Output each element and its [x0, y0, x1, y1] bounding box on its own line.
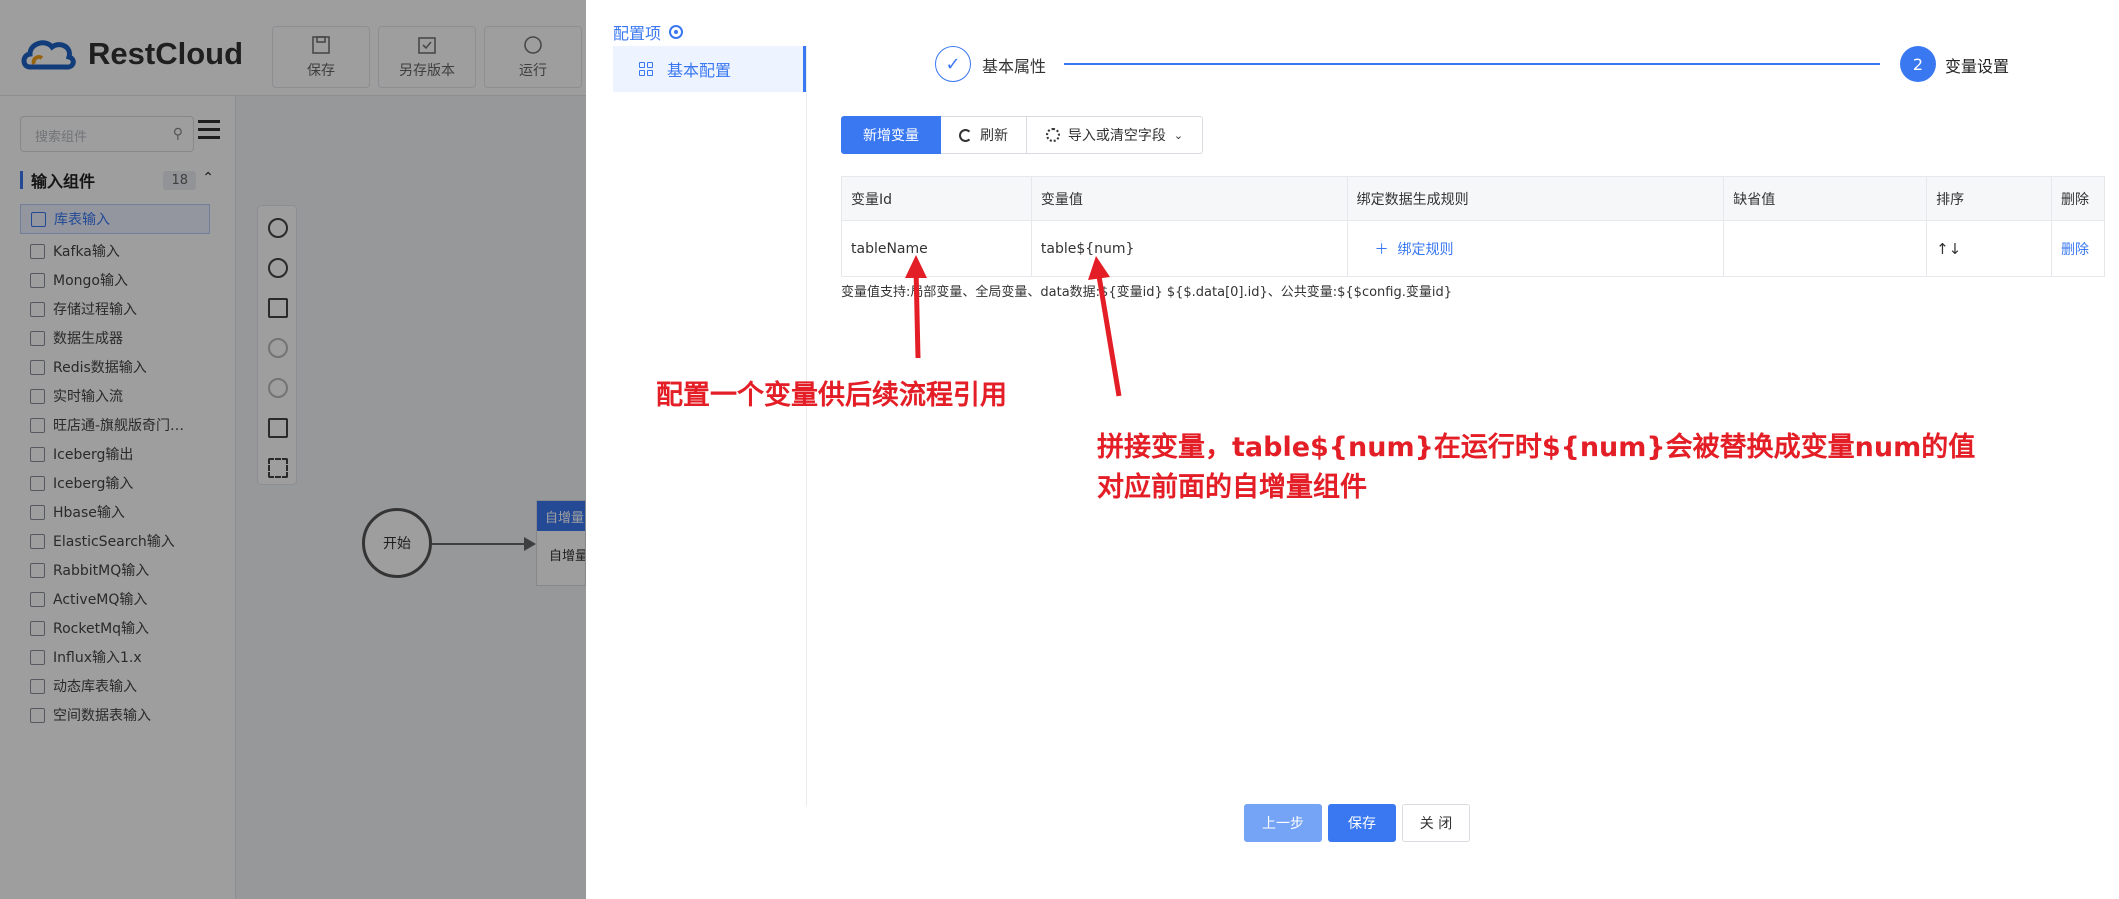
- default-value-cell[interactable]: [1723, 220, 1928, 277]
- config-title-text: 配置项: [613, 24, 662, 43]
- grid-icon: [639, 62, 653, 76]
- refresh-button[interactable]: 刷新: [941, 116, 1027, 154]
- column-header: 缺省值: [1723, 176, 1928, 221]
- step-1-check-icon[interactable]: ✓: [935, 46, 971, 82]
- sort-arrows-icon[interactable]: ↑↓: [1936, 240, 1961, 258]
- gear-icon: [1045, 128, 1060, 142]
- config-drawer: 配置项 基本配置 ✓ 基本属性 2 变量设置 新增变量 刷新 导入或清空字段 ⌄…: [586, 0, 2119, 899]
- annotation-1: 配置一个变量供后续流程引用: [656, 380, 1007, 411]
- table-row: tableName table${num} ＋ 绑定规则 ↑↓ 删除: [841, 220, 2106, 277]
- save-button[interactable]: 保存: [1328, 804, 1396, 842]
- variable-table: 变量Id 变量值 绑定数据生成规则 缺省值 排序 删除 tableName ta…: [841, 176, 2106, 277]
- step-1-label[interactable]: 基本属性: [982, 53, 1046, 77]
- step-2-label[interactable]: 变量设置: [1945, 53, 2009, 77]
- target-icon: [669, 25, 684, 39]
- refresh-icon: [959, 128, 972, 142]
- bind-rule-link[interactable]: ＋ 绑定规则: [1357, 242, 1454, 258]
- sort-cell: ↑↓: [1926, 220, 2052, 277]
- bind-rule-label: 绑定规则: [1397, 241, 1454, 258]
- variable-value-cell[interactable]: table${num}: [1030, 220, 1348, 277]
- delete-cell: 删除: [2050, 220, 2106, 277]
- import-clear-dropdown[interactable]: 导入或清空字段 ⌄: [1027, 116, 1203, 154]
- column-header: 绑定数据生成规则: [1346, 176, 1725, 221]
- import-label: 导入或清空字段: [1067, 128, 1166, 144]
- nav-item-label: 基本配置: [667, 61, 732, 80]
- step-connector: [1064, 63, 1880, 65]
- footer-actions: 上一步 保存 关 闭: [1244, 804, 1476, 842]
- column-header: 变量Id: [841, 176, 1032, 221]
- nav-item-basic-config[interactable]: 基本配置: [613, 46, 806, 92]
- table-header-row: 变量Id 变量值 绑定数据生成规则 缺省值 排序 删除: [841, 176, 2106, 221]
- add-variable-button[interactable]: 新增变量: [841, 116, 941, 154]
- refresh-label: 刷新: [980, 128, 1008, 144]
- column-header: 变量值: [1030, 176, 1348, 221]
- column-header: 删除: [2050, 176, 2106, 221]
- variable-id-cell[interactable]: tableName: [841, 220, 1032, 277]
- variable-actions: 新增变量 刷新 导入或清空字段 ⌄: [841, 116, 1203, 154]
- annotation-2-line-1: 拼接变量，table${num}在运行时${num}会被替换成变量num的值: [1097, 432, 1976, 463]
- config-title: 配置项: [613, 20, 684, 44]
- chevron-down-icon: ⌄: [1173, 128, 1184, 142]
- annotation-2: 拼接变量，table${num}在运行时${num}会被替换成变量num的值 对…: [1097, 428, 1975, 508]
- variable-hint-text: 变量值支持:局部变量、全局变量、data数据:${变量id} ${$.data[…: [841, 285, 1453, 300]
- column-header: 排序: [1926, 176, 2052, 221]
- step-2-number[interactable]: 2: [1900, 46, 1936, 82]
- divider: [806, 46, 807, 806]
- previous-step-button[interactable]: 上一步: [1244, 804, 1322, 842]
- annotation-2-line-2: 对应前面的自增量组件: [1097, 472, 1367, 503]
- modal-mask[interactable]: [0, 0, 586, 899]
- delete-link[interactable]: 删除: [2061, 242, 2089, 258]
- bind-rule-cell: ＋ 绑定规则: [1346, 220, 1725, 277]
- close-button[interactable]: 关 闭: [1402, 804, 1470, 842]
